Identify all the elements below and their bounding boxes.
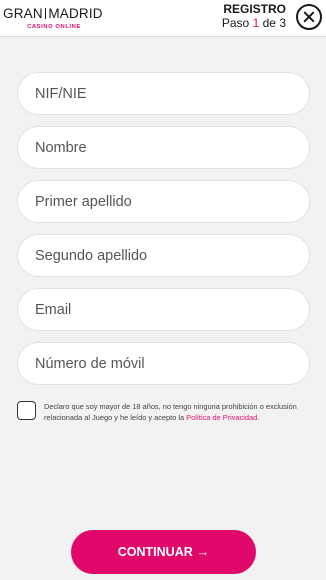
mobile-number-field[interactable] [17,342,310,385]
step-title: REGISTRO [223,2,286,16]
privacy-policy-link[interactable]: Política de Privacidad [186,413,257,422]
consent-suffix: . [257,412,260,422]
app-header: GRAN MADRID CASINO ONLINE REGISTRO Paso 1… [0,0,326,37]
brand-logo[interactable]: GRAN MADRID CASINO ONLINE [3,7,113,31]
consent-checkbox[interactable] [17,401,36,420]
consent-text: Declaro que soy mayor de 18 años, no ten… [44,402,312,423]
close-icon[interactable] [296,4,322,30]
nif-nie-field[interactable] [17,72,310,115]
step-indicator: REGISTRO Paso 1 de 3 [222,2,286,31]
logo-text-right: MADRID [48,6,103,21]
logo-divider [44,8,47,19]
logo-text-left: GRAN [3,6,43,21]
email-field[interactable] [17,288,310,331]
continue-button[interactable]: CONTINUAR → [71,530,256,574]
logo-tagline: CASINO ONLINE [27,24,81,30]
step-total: 3 [279,16,286,30]
logo-wordmark: GRAN MADRID [3,7,113,21]
step-separator: de [262,16,276,30]
step-label: Paso [221,16,250,30]
first-name-field[interactable] [17,126,310,169]
first-surname-field[interactable] [17,180,310,223]
step-progress: Paso 1 de 3 [222,16,286,30]
arrow-right-icon: → [196,545,210,559]
continue-label: CONTINUAR [117,545,193,559]
second-surname-field[interactable] [17,234,310,277]
step-current: 1 [252,16,260,30]
